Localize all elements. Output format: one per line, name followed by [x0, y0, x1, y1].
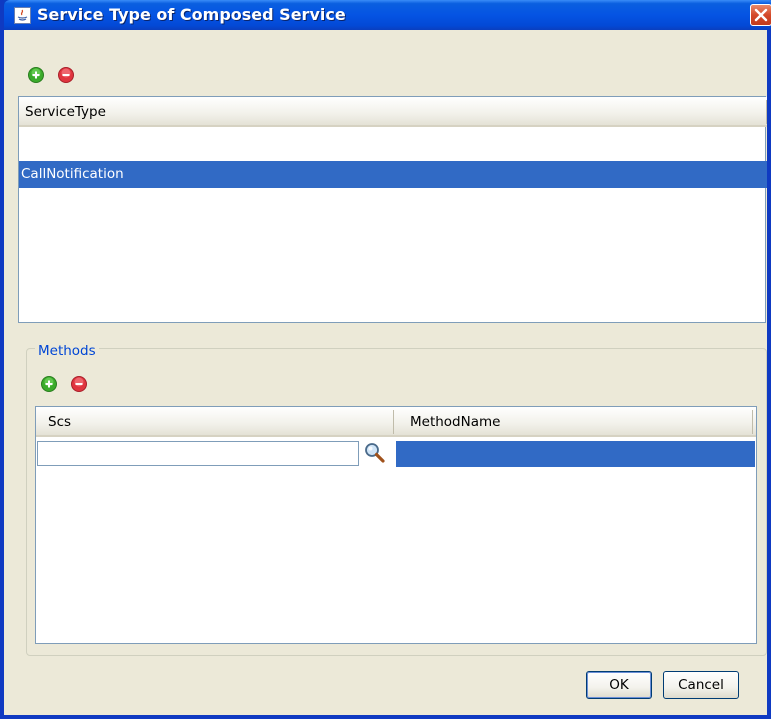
title-bar[interactable]: Service Type of Composed Service [4, 0, 771, 30]
close-button[interactable] [750, 4, 771, 26]
remove-method-button[interactable] [71, 376, 87, 392]
column-divider [752, 410, 753, 434]
column-header-servicetype[interactable]: ServiceType [25, 104, 106, 120]
add-method-button[interactable] [41, 376, 57, 392]
add-service-type-button[interactable] [28, 67, 44, 83]
window-title: Service Type of Composed Service [37, 5, 346, 24]
add-icon [41, 376, 57, 392]
scs-lookup-button[interactable] [362, 441, 388, 465]
add-icon [28, 67, 44, 83]
column-header-scs[interactable]: Scs [48, 414, 71, 430]
java-icon [14, 7, 31, 24]
column-divider[interactable] [393, 410, 394, 434]
column-divider [766, 100, 767, 124]
methods-legend: Methods [35, 343, 99, 359]
service-type-cell: CallNotification [21, 166, 124, 182]
table-header: Scs MethodName [36, 407, 756, 437]
ok-button[interactable]: OK [586, 671, 652, 699]
table-header: ServiceType [19, 97, 767, 127]
table-row[interactable]: CallNotification [19, 161, 767, 188]
remove-icon [71, 376, 87, 392]
column-header-methodname[interactable]: MethodName [410, 414, 500, 430]
scs-input[interactable] [37, 441, 359, 466]
methods-table[interactable]: Scs MethodName [35, 406, 757, 644]
remove-service-type-button[interactable] [58, 67, 74, 83]
close-icon [754, 8, 768, 22]
method-name-cell[interactable] [396, 441, 755, 467]
remove-icon [58, 67, 74, 83]
service-type-table[interactable]: ServiceType CallNotification [18, 96, 767, 323]
cancel-button[interactable]: Cancel [663, 671, 739, 699]
magnifier-icon [365, 443, 385, 463]
